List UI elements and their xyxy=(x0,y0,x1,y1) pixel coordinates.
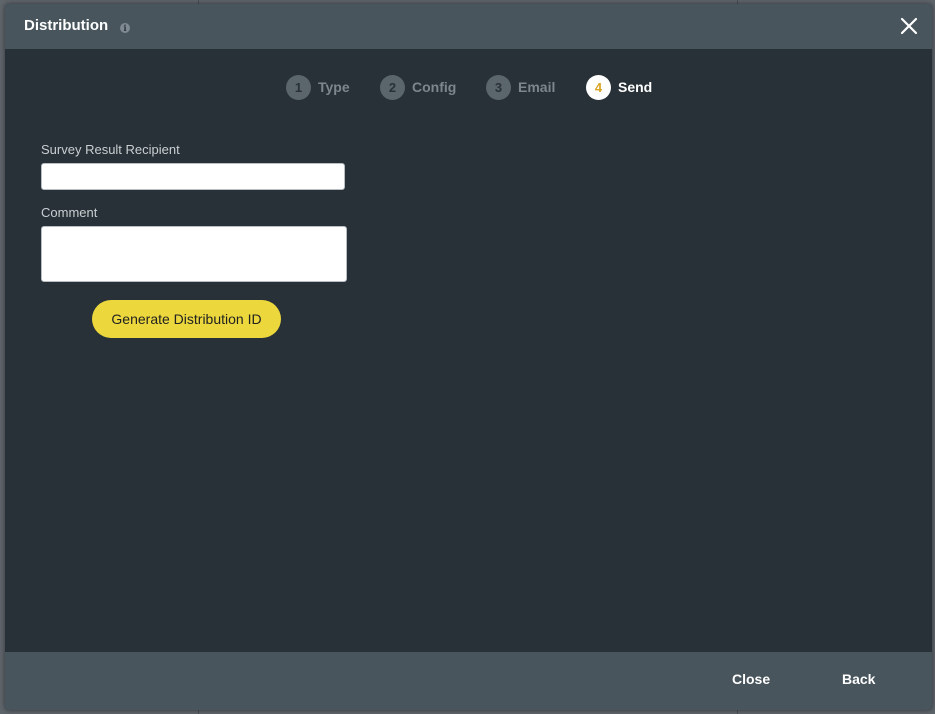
step-label: Send xyxy=(618,79,653,95)
wizard-steps: 1 Type 2 Config 3 Email 4 Send xyxy=(5,74,932,100)
generate-distribution-id-button[interactable]: Generate Distribution ID xyxy=(92,300,281,338)
step-number: 3 xyxy=(486,74,511,100)
step-label: Email xyxy=(518,79,556,95)
info-icon[interactable]: i xyxy=(120,23,130,33)
step-number: 2 xyxy=(380,74,405,100)
step-label: Config xyxy=(412,79,457,95)
close-button[interactable]: Close xyxy=(732,671,770,687)
comment-textarea[interactable] xyxy=(41,226,347,282)
distribution-dialog: Distribution i 1 Type 2 Config 3 Email 4… xyxy=(5,4,932,710)
step-send[interactable]: 4 Send xyxy=(586,74,652,100)
dialog-header: Distribution i xyxy=(5,4,932,49)
comment-label: Comment xyxy=(41,205,98,220)
step-number: 4 xyxy=(586,74,611,100)
back-button[interactable]: Back xyxy=(842,671,875,687)
step-email[interactable]: 3 Email xyxy=(486,74,555,100)
step-config[interactable]: 2 Config xyxy=(380,74,456,100)
close-icon[interactable] xyxy=(899,16,919,36)
step-type[interactable]: 1 Type xyxy=(286,74,350,100)
recipient-label: Survey Result Recipient xyxy=(41,142,180,157)
step-number: 1 xyxy=(286,74,311,100)
recipient-input[interactable] xyxy=(41,163,345,190)
dialog-footer: Close Back xyxy=(5,652,932,710)
step-label: Type xyxy=(318,79,350,95)
dialog-title: Distribution xyxy=(24,17,109,34)
